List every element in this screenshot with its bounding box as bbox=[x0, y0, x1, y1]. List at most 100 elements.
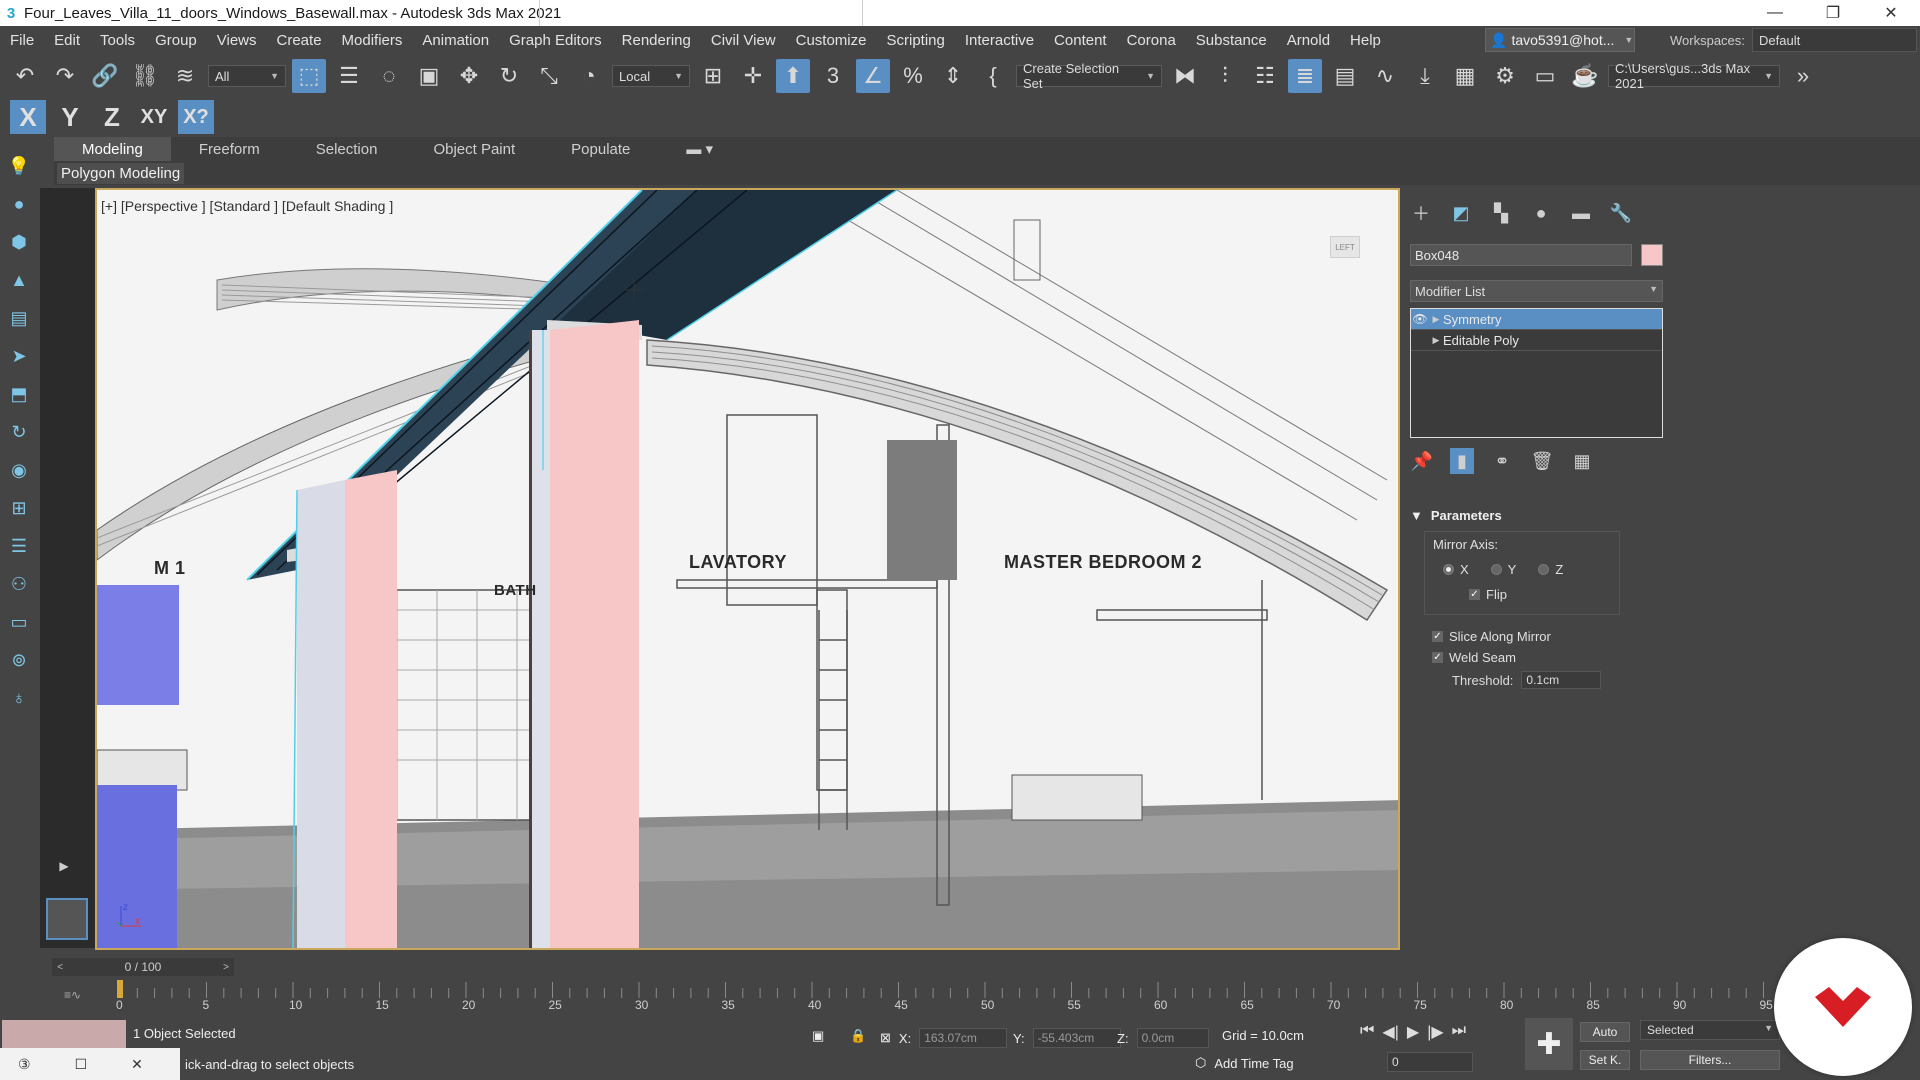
time-slider-track[interactable]: 0 / 100 bbox=[68, 958, 218, 976]
render-production-icon[interactable]: ☕ bbox=[1568, 59, 1602, 93]
select-manipulate-icon[interactable]: ✛ bbox=[736, 59, 770, 93]
parameters-header[interactable]: ▼ Parameters bbox=[1410, 508, 1650, 523]
pivot-center-icon[interactable]: ⊞ bbox=[696, 59, 730, 93]
schematic-view-icon[interactable]: ⤓ bbox=[1408, 59, 1442, 93]
track-bar[interactable]: 0 5 10 15 20 25 30 35 40 45 50 55 60 65 70 75 80 85 90 95 bbox=[100, 980, 1830, 1012]
unlink-icon[interactable]: ⛓ bbox=[128, 59, 162, 93]
align-icon[interactable]: ⫶ bbox=[1208, 59, 1242, 93]
utilities-tab-icon[interactable]: 🔧 bbox=[1608, 200, 1634, 226]
user-account-button[interactable]: 👤 tavo5391@hot... ▼ bbox=[1485, 28, 1635, 52]
ribbon-toggle-icon[interactable]: ▤ bbox=[1328, 59, 1362, 93]
create-selection-set-dropdown[interactable]: Create Selection Set ▼ bbox=[1016, 61, 1162, 91]
abs-mode-icon[interactable]: ⊠ bbox=[880, 1030, 891, 1046]
camera-icon[interactable]: ◉ bbox=[5, 456, 33, 484]
display-tab-icon[interactable]: ▬ bbox=[1568, 200, 1594, 226]
prev-frame-icon[interactable]: < bbox=[52, 958, 68, 976]
configure-sets-icon[interactable]: ▦ bbox=[1570, 448, 1594, 474]
trash-icon[interactable]: 🗑 bbox=[1530, 448, 1554, 474]
maxscript-listener-mini[interactable] bbox=[2, 1020, 126, 1048]
axis-y-radio[interactable]: Y bbox=[1490, 562, 1516, 577]
move-icon[interactable]: ✥ bbox=[452, 59, 486, 93]
undo-icon[interactable]: ↶ bbox=[8, 59, 42, 93]
add-time-tag[interactable]: ⬡ Add Time Tag bbox=[1195, 1055, 1294, 1071]
menu-graph-editors[interactable]: Graph Editors bbox=[499, 32, 612, 49]
rendered-frame-icon[interactable]: ▭ bbox=[1528, 59, 1562, 93]
key-mode-icon[interactable]: ✚ bbox=[1525, 1018, 1573, 1070]
tab-selection[interactable]: Selection bbox=[288, 137, 406, 161]
auto-key-button[interactable]: Auto bbox=[1580, 1022, 1630, 1042]
menu-help[interactable]: Help bbox=[1340, 32, 1391, 49]
ribbon-options-icon[interactable]: ▬ ▾ bbox=[658, 137, 741, 161]
redo-icon[interactable]: ↷ bbox=[48, 59, 82, 93]
weld-seam-checkbox[interactable]: ✓ Weld Seam bbox=[1432, 650, 1650, 665]
axis-xq-button[interactable]: X? bbox=[178, 100, 214, 134]
viewcube[interactable]: LEFT bbox=[1330, 236, 1360, 258]
group-icon[interactable]: ⬢ bbox=[5, 228, 33, 256]
mirror-icon[interactable]: ⧓ bbox=[1168, 59, 1202, 93]
link-icon[interactable]: 🔗 bbox=[88, 59, 122, 93]
lock-icon[interactable]: 🔒 bbox=[850, 1028, 866, 1044]
select-object-icon[interactable]: ⬚ bbox=[292, 59, 326, 93]
expand-arrow-icon[interactable]: ▶ bbox=[1429, 314, 1443, 325]
menu-views[interactable]: Views bbox=[207, 32, 267, 49]
tab-modeling[interactable]: Modeling bbox=[54, 137, 171, 161]
curve-toggle-icon[interactable]: ≡∿ bbox=[64, 988, 81, 1002]
menu-interactive[interactable]: Interactive bbox=[955, 32, 1044, 49]
angle-snap-icon[interactable]: ∠ bbox=[856, 59, 890, 93]
tab-populate[interactable]: Populate bbox=[543, 137, 658, 161]
isolate-toggle-icon[interactable]: ▣ bbox=[812, 1028, 824, 1044]
reference-coord-dropdown[interactable]: Local ▼ bbox=[612, 65, 690, 87]
window-crossing-icon[interactable]: ▣ bbox=[412, 59, 446, 93]
menu-edit[interactable]: Edit bbox=[44, 32, 90, 49]
window-icon[interactable]: ▭ bbox=[5, 608, 33, 636]
axis-x-radio[interactable]: X bbox=[1443, 562, 1469, 577]
selection-filter-dropdown[interactable]: All ▼ bbox=[208, 65, 286, 87]
next-key-icon[interactable]: |▶ bbox=[1427, 1022, 1443, 1042]
viewport-label-menu[interactable]: [+] [Perspective ] [Standard ] [Default … bbox=[101, 198, 393, 214]
menu-corona[interactable]: Corona bbox=[1117, 32, 1186, 49]
spinner-snap-icon[interactable]: ⇕ bbox=[936, 59, 970, 93]
curve-editor-icon[interactable]: ∿ bbox=[1368, 59, 1402, 93]
expand-arrow-icon[interactable]: ▶ bbox=[1429, 335, 1443, 346]
pointer-icon[interactable]: ➤ bbox=[5, 342, 33, 370]
menu-civil-view[interactable]: Civil View bbox=[701, 32, 786, 49]
project-folder-dropdown[interactable]: C:\Users\gus...3ds Max 2021 ▼ bbox=[1608, 61, 1780, 91]
workspace-dropdown[interactable]: Default bbox=[1752, 28, 1917, 52]
coord-y-field[interactable]: -55.403cm bbox=[1032, 1028, 1121, 1048]
snaps-toggle-icon[interactable]: 3 bbox=[816, 59, 850, 93]
toolbar-overflow-icon[interactable]: » bbox=[1786, 59, 1820, 93]
motion-tab-icon[interactable]: ● bbox=[1528, 200, 1554, 226]
filters-button[interactable]: Filters... bbox=[1640, 1050, 1780, 1070]
viewport-layout-thumbnail[interactable] bbox=[46, 898, 88, 940]
select-by-name-icon[interactable]: ☰ bbox=[332, 59, 366, 93]
3dsmax-taskbar-icon[interactable]: ③ bbox=[18, 1056, 31, 1073]
axis-y-button[interactable]: Y bbox=[52, 100, 88, 134]
object-color-swatch[interactable] bbox=[1641, 244, 1663, 266]
modify-tab-icon[interactable]: ◩ bbox=[1448, 200, 1474, 226]
set-key-button[interactable]: Set K. bbox=[1580, 1050, 1630, 1070]
close-icon[interactable]: ✕ bbox=[131, 1056, 143, 1073]
tab-freeform[interactable]: Freeform bbox=[171, 137, 288, 161]
object-name-field[interactable]: Box048 bbox=[1410, 244, 1632, 266]
current-frame-field[interactable]: 0 bbox=[1387, 1052, 1473, 1072]
flip-checkbox[interactable]: ✓ Flip bbox=[1469, 587, 1611, 602]
menu-customize[interactable]: Customize bbox=[786, 32, 877, 49]
minimize-button[interactable]: — bbox=[1746, 0, 1804, 26]
perspective-viewport[interactable]: [+] [Perspective ] [Standard ] [Default … bbox=[95, 188, 1400, 950]
coord-z-field[interactable]: 0.0cm bbox=[1136, 1028, 1209, 1048]
menu-group[interactable]: Group bbox=[145, 32, 207, 49]
restore-button[interactable]: ❐ bbox=[1804, 0, 1862, 26]
eye-icon[interactable]: 👁 bbox=[1411, 312, 1429, 326]
keyboard-shortcut-toggle-icon[interactable]: ⬆ bbox=[776, 59, 810, 93]
maximize-icon[interactable]: ☐ bbox=[75, 1056, 88, 1073]
sphere-icon[interactable]: ● bbox=[5, 190, 33, 218]
rotate-icon[interactable]: ↻ bbox=[492, 59, 526, 93]
people-icon[interactable]: ⚇ bbox=[5, 570, 33, 598]
percent-snap-icon[interactable]: % bbox=[896, 59, 930, 93]
scene-explorer-icon[interactable]: ☷ bbox=[1248, 59, 1282, 93]
go-to-start-icon[interactable]: ⏮ bbox=[1360, 1022, 1374, 1042]
orbit-icon[interactable]: ⊚ bbox=[5, 646, 33, 674]
next-frame-icon[interactable]: > bbox=[218, 958, 234, 976]
menu-substance[interactable]: Substance bbox=[1186, 32, 1277, 49]
menu-modifiers[interactable]: Modifiers bbox=[332, 32, 413, 49]
